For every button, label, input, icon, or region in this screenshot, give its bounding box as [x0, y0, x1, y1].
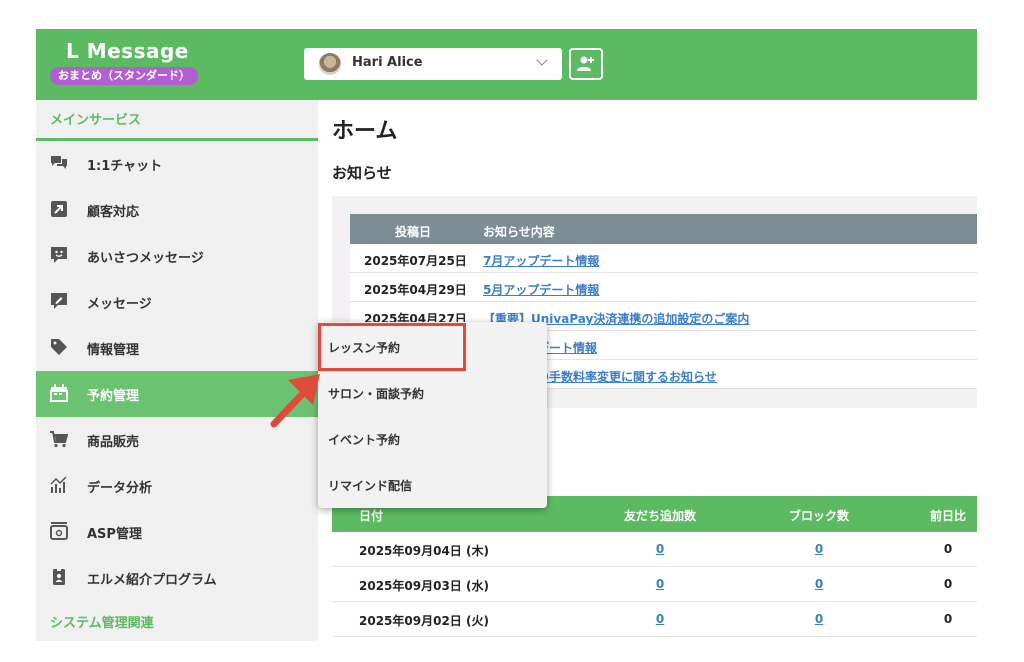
tag-icon: [51, 339, 67, 355]
friends-added-link[interactable]: 0: [656, 577, 664, 591]
column-date: 日付: [359, 509, 384, 523]
sidebar-item-label: 商品販売: [87, 435, 140, 450]
sidebar-item-customer-support[interactable]: 顧客対応: [36, 187, 318, 233]
sidebar-item-label: 顧客対応: [87, 205, 140, 220]
submenu-item-label: サロン・面談予約: [328, 387, 425, 401]
submenu-item-label: イベント予約: [328, 433, 401, 447]
sidebar-item-greeting[interactable]: あいさつメッセージ: [36, 233, 318, 279]
annotation-arrow-icon: [270, 374, 320, 428]
submenu-item-salon[interactable]: サロン・面談予約: [318, 368, 547, 414]
sidebar-item-label: エルメ紹介プログラム: [87, 573, 217, 588]
sidebar-item-info-management[interactable]: 情報管理: [36, 325, 318, 371]
cart-icon: [50, 431, 68, 448]
friend-stats-table: 日付 友だち追加数 ブロック数 前日比 2025年09月04日 (木) 0 0 …: [332, 496, 977, 637]
add-user-icon: [577, 56, 594, 71]
account-avatar: [319, 53, 341, 75]
sidebar-item-message[interactable]: メッセージ: [36, 279, 318, 325]
sidebar-item-asp[interactable]: ASP管理: [36, 509, 318, 555]
sidebar-item-data-analysis[interactable]: データ分析: [36, 463, 318, 509]
brand-logo[interactable]: L Message: [66, 39, 189, 63]
greeting-message-icon: [51, 247, 67, 263]
sidebar-item-label: ASP管理: [87, 527, 142, 542]
news-row: 2025年07月25日 7月アップデート情報: [350, 244, 977, 273]
prev-day-value: 0: [943, 542, 953, 556]
column-friends-added-label: 友だち追加数: [623, 509, 697, 523]
plan-badge: おまとめ（スタンダード）: [50, 67, 198, 85]
column-news-content: お知らせ内容: [483, 225, 555, 239]
asp-box-icon: [50, 522, 68, 540]
row-date: 2025年09月03日 (水): [359, 579, 489, 593]
friends-added-link[interactable]: 0: [656, 612, 664, 626]
sidebar-item-label: 1:1チャット: [87, 159, 163, 174]
calendar-icon: [50, 384, 68, 402]
sidebar-item-referral[interactable]: エルメ紹介プログラム: [36, 555, 318, 601]
chat-icon: [51, 156, 67, 169]
message-pen-icon: [51, 293, 67, 309]
sidebar-item-chat[interactable]: 1:1チャット: [36, 141, 318, 187]
section-main-services: メインサービス: [50, 113, 142, 128]
news-date: 2025年07月25日: [364, 254, 467, 268]
news-link[interactable]: の手数料率変更に関するお知らせ: [537, 368, 717, 385]
external-arrow-icon: [51, 201, 67, 217]
section-system-management: システム管理関連: [50, 616, 154, 631]
prev-day-value: 0: [943, 612, 953, 626]
news-row: 2025年04月29日 5月アップデート情報: [350, 273, 977, 302]
news-link[interactable]: 5月アップデート情報: [483, 281, 599, 298]
sidebar-item-label: 情報管理: [87, 343, 140, 358]
highlight-box: [318, 323, 466, 371]
add-account-button[interactable]: [569, 48, 603, 80]
news-heading: お知らせ: [332, 164, 392, 182]
chart-icon: [50, 476, 67, 493]
row-date: 2025年09月04日 (木): [359, 544, 489, 558]
sidebar-item-label: メッセージ: [87, 297, 152, 312]
row-date: 2025年09月02日 (火): [359, 614, 489, 628]
chevron-down-icon: [536, 54, 548, 66]
account-name: Hari Alice: [352, 55, 423, 70]
blocks-link[interactable]: 0: [815, 542, 823, 556]
table-row: 2025年09月02日 (火) 0 0 0: [332, 602, 977, 637]
table-row: 2025年09月03日 (水) 0 0 0: [332, 567, 977, 602]
blocks-link[interactable]: 0: [815, 612, 823, 626]
news-table-header: 投稿日 お知らせ内容: [350, 214, 977, 244]
prev-day-value: 0: [943, 577, 953, 591]
submenu-item-remind[interactable]: リマインド配信: [318, 460, 547, 506]
top-header: L Message おまとめ（スタンダード） Hari Alice: [36, 29, 977, 100]
sidebar-item-label: 予約管理: [87, 389, 140, 404]
column-blocks-label: ブロック数: [788, 509, 850, 523]
column-prev-day-label: 前日比: [929, 509, 967, 523]
table-row: 2025年09月04日 (木) 0 0 0: [332, 532, 977, 567]
news-date: 2025年04月29日: [364, 283, 467, 297]
submenu-item-event[interactable]: イベント予約: [318, 414, 547, 460]
account-selector[interactable]: Hari Alice: [304, 48, 562, 80]
page-title: ホーム: [332, 119, 398, 144]
id-badge-icon: [53, 568, 65, 585]
sidebar-item-label: データ分析: [87, 481, 153, 496]
submenu-item-label: リマインド配信: [328, 479, 413, 493]
sidebar-item-label: あいさつメッセージ: [87, 251, 204, 266]
blocks-link[interactable]: 0: [815, 577, 823, 591]
friends-added-link[interactable]: 0: [656, 542, 664, 556]
news-link[interactable]: 7月アップデート情報: [483, 252, 599, 269]
column-post-date: 投稿日: [395, 225, 432, 239]
